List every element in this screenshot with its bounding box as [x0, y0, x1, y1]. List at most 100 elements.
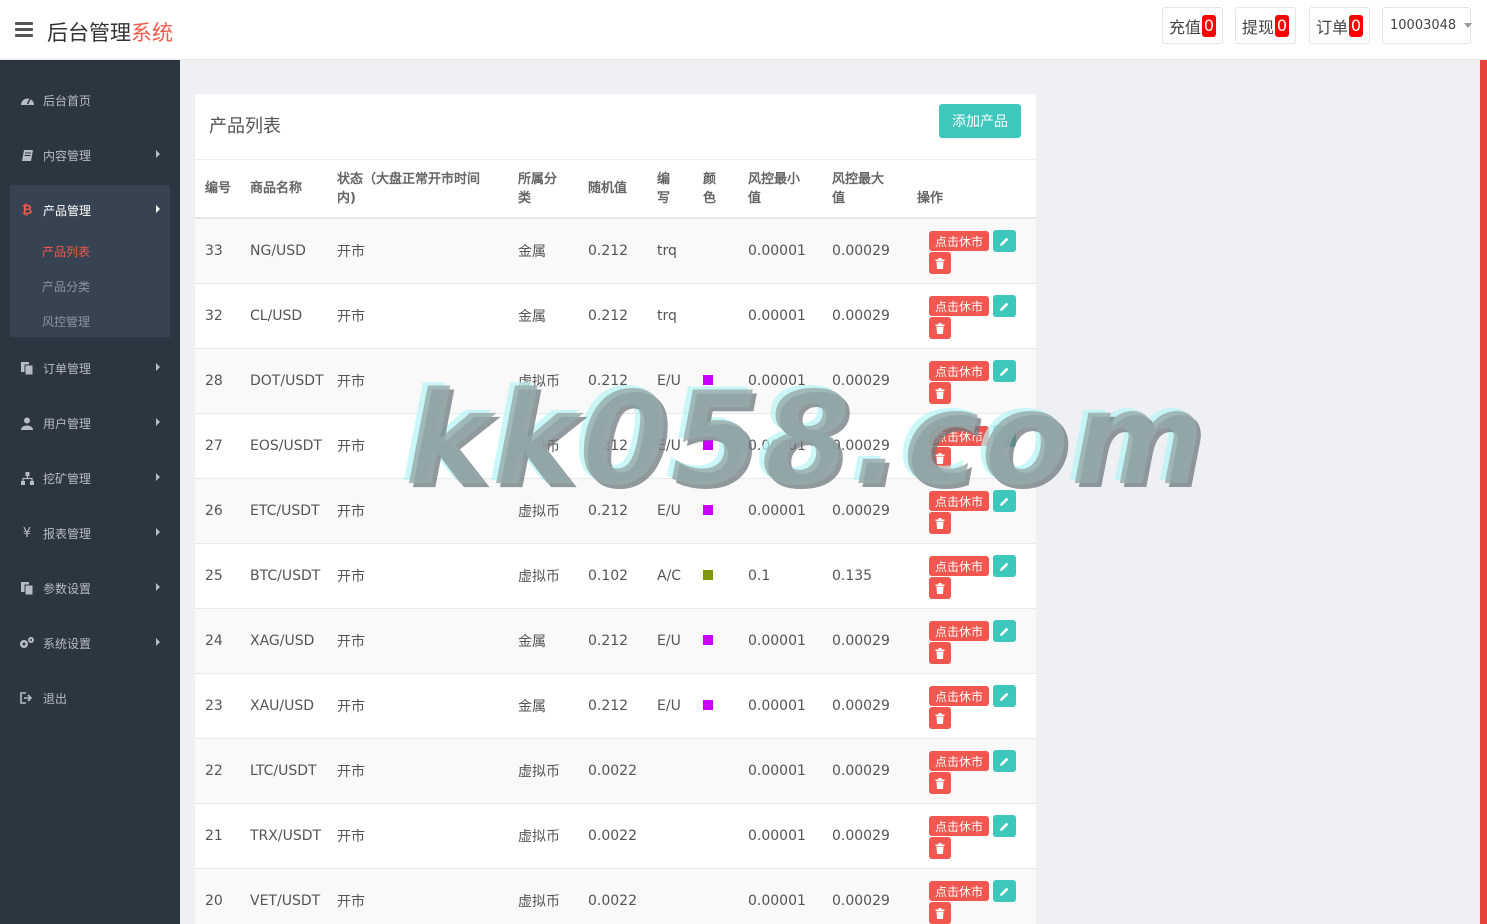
sidebar-item-logout[interactable]: 退出: [0, 678, 180, 718]
cell-category: 虚拟币: [508, 738, 578, 804]
halt-market-button[interactable]: 点击休市: [929, 816, 989, 836]
delete-button[interactable]: [929, 317, 951, 339]
edit-button[interactable]: [993, 750, 1016, 772]
cell-id: 32: [195, 283, 240, 349]
cell-name: VET/USDT: [240, 868, 327, 924]
user-icon: [19, 415, 35, 431]
table-row: 28 DOT/USDT 开市 虚拟币 0.212 E/U 0.00001 0.00029 点击休…: [195, 348, 1036, 414]
scrollbar-thumb[interactable]: [1480, 60, 1487, 924]
sign-out-icon: [19, 690, 35, 706]
cell-name: LTC/USDT: [240, 738, 327, 804]
delete-button[interactable]: [929, 902, 951, 924]
pencil-icon: [1000, 302, 1009, 311]
edit-button[interactable]: [993, 815, 1016, 837]
cell-max: 0.00029: [822, 868, 907, 924]
halt-market-button[interactable]: 点击休市: [929, 491, 989, 511]
sidebar-item-orders[interactable]: 订单管理: [0, 348, 180, 388]
cell-min: 0.00001: [738, 283, 822, 349]
cell-category: 虚拟币: [508, 543, 578, 609]
chevron-right-icon: [156, 583, 160, 591]
user-dropdown[interactable]: 10003048: [1382, 7, 1473, 44]
delete-button[interactable]: [929, 447, 951, 469]
delete-button[interactable]: [929, 837, 951, 859]
cell-category: 金属: [508, 218, 578, 284]
halt-market-button[interactable]: 点击休市: [929, 686, 989, 706]
sub-item-product-category[interactable]: 产品分类: [42, 278, 90, 295]
orders-button[interactable]: 订单 0: [1309, 7, 1371, 44]
trash-icon: [935, 582, 945, 594]
delete-button[interactable]: [929, 772, 951, 794]
sidebar-item-system[interactable]: 系统设置: [0, 623, 180, 663]
cell-id: 27: [195, 413, 240, 479]
edit-button[interactable]: [993, 555, 1016, 577]
table-row: 27 EOS/USDT 开市 虚拟币 0.212 E/U 0.00001 0.00029 点击休…: [195, 413, 1036, 479]
color-swatch: [703, 440, 713, 450]
edit-button[interactable]: [993, 360, 1016, 382]
pencil-icon: [1000, 497, 1009, 506]
sub-item-product-list[interactable]: 产品列表: [42, 243, 90, 260]
yen-icon: ¥: [22, 525, 32, 541]
delete-button[interactable]: [929, 512, 951, 534]
delete-button[interactable]: [929, 252, 951, 274]
top-bar: 后台管理系统 充值 0 提现 0 订单 0 10003048: [0, 0, 1487, 60]
action-group: 点击休市: [929, 609, 1036, 673]
product-list-panel: 产品列表 添加产品 编号 商品名称 状态（大盘正常开市时间内) 所属分类 随机值…: [195, 94, 1036, 924]
edit-button[interactable]: [993, 295, 1016, 317]
edit-button[interactable]: [993, 425, 1016, 447]
menu-toggle-icon[interactable]: [15, 22, 33, 38]
halt-market-button[interactable]: 点击休市: [929, 751, 989, 771]
edit-button[interactable]: [993, 880, 1016, 902]
halt-market-button[interactable]: 点击休市: [929, 881, 989, 901]
cell-category: 虚拟币: [508, 478, 578, 544]
halt-market-button[interactable]: 点击休市: [929, 296, 989, 316]
table-row: 26 ETC/USDT 开市 虚拟币 0.212 E/U 0.00001 0.00029 点击休…: [195, 478, 1036, 544]
halt-market-button[interactable]: 点击休市: [929, 231, 989, 251]
edit-button[interactable]: [993, 230, 1016, 252]
halt-market-button[interactable]: 点击休市: [929, 621, 989, 641]
sidebar-item-reports[interactable]: ¥ 报表管理: [0, 513, 180, 553]
cell-code: E/U: [647, 608, 693, 674]
cell-code: E/U: [647, 348, 693, 414]
pencil-icon: [1000, 822, 1009, 831]
cell-actions: 点击休市: [907, 543, 1036, 609]
sidebar-item-users[interactable]: 用户管理: [0, 403, 180, 443]
chevron-right-icon: [156, 205, 160, 213]
cell-name: TRX/USDT: [240, 803, 327, 869]
delete-button[interactable]: [929, 577, 951, 599]
halt-market-button[interactable]: 点击休市: [929, 361, 989, 381]
recharge-count-badge: 0: [1202, 14, 1217, 37]
cell-status: 开市: [327, 478, 508, 544]
cell-random: 0.0022: [578, 803, 647, 869]
delete-button[interactable]: [929, 642, 951, 664]
chevron-right-icon: [156, 363, 160, 371]
sidebar-item-content[interactable]: 内容管理: [0, 135, 180, 175]
sub-item-risk-control[interactable]: 风控管理: [42, 313, 90, 330]
recharge-button[interactable]: 充值 0: [1162, 7, 1224, 44]
color-swatch: [703, 505, 713, 515]
edit-button[interactable]: [993, 620, 1016, 642]
col-header-name: 商品名称: [240, 160, 327, 219]
action-group: 点击休市: [929, 544, 1036, 608]
withdraw-button[interactable]: 提现 0: [1235, 7, 1297, 44]
sidebar-item-params[interactable]: 参数设置: [0, 568, 180, 608]
sidebar-item-mining[interactable]: 挖矿管理: [0, 458, 180, 498]
sidebar-item-products[interactable]: ₿ 产品管理: [10, 190, 170, 230]
col-header-max: 风控最大值: [822, 160, 907, 219]
delete-button[interactable]: [929, 707, 951, 729]
cell-color: [693, 218, 738, 284]
pencil-icon: [1000, 757, 1009, 766]
add-product-button[interactable]: 添加产品: [939, 104, 1021, 138]
delete-button[interactable]: [929, 382, 951, 404]
sidebar-item-home[interactable]: 后台首页: [0, 80, 180, 120]
chevron-right-icon: [156, 473, 160, 481]
edit-button[interactable]: [993, 490, 1016, 512]
sidebar-item-label: 系统设置: [43, 636, 92, 651]
edit-button[interactable]: [993, 685, 1016, 707]
halt-market-button[interactable]: 点击休市: [929, 426, 989, 446]
cell-actions: 点击休市: [907, 738, 1036, 804]
cell-min: 0.00001: [738, 348, 822, 414]
table-row: 20 VET/USDT 开市 虚拟币 0.0022 0.00001 0.00029 点击休市: [195, 868, 1036, 924]
halt-market-button[interactable]: 点击休市: [929, 556, 989, 576]
cell-code: A/C: [647, 543, 693, 609]
cell-actions: 点击休市: [907, 283, 1036, 349]
